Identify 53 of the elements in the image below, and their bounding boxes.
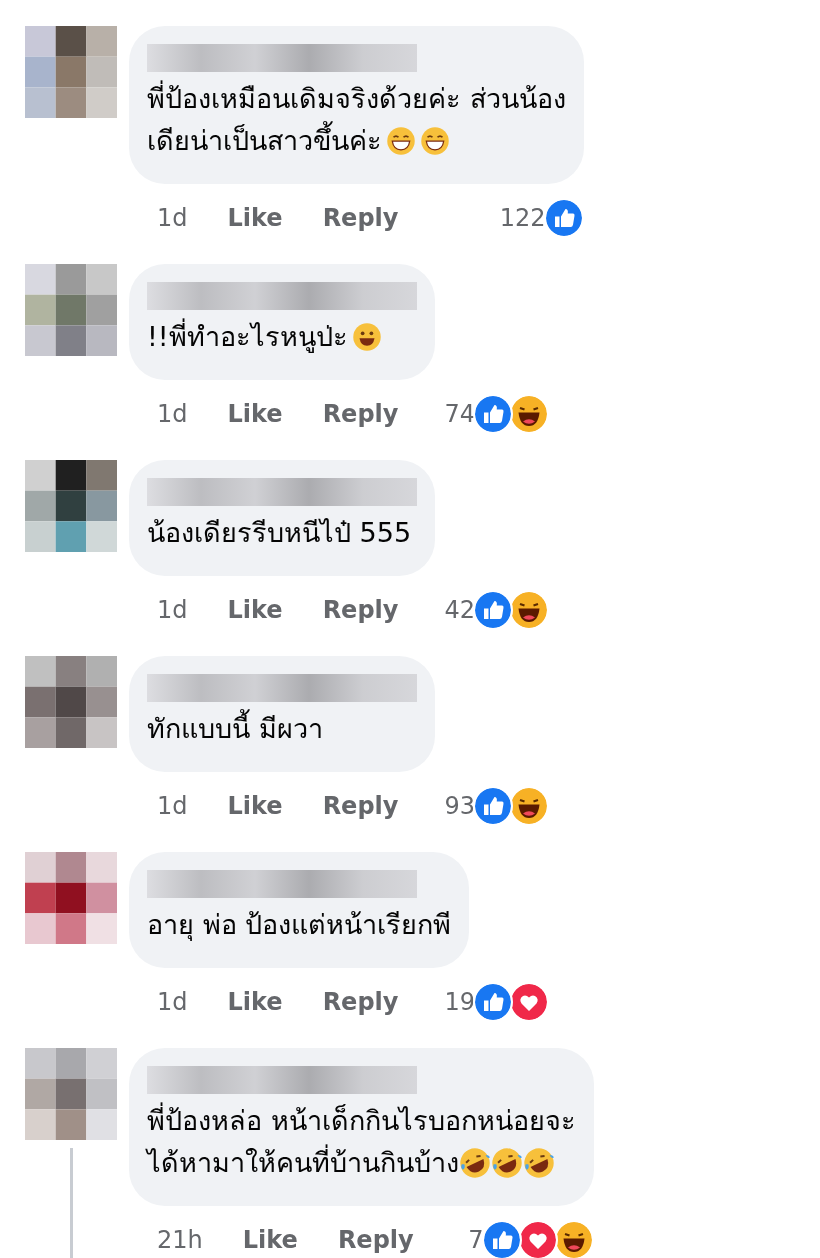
timestamp: 1d bbox=[157, 203, 188, 234]
reply-link[interactable]: Reply bbox=[337, 1222, 414, 1258]
thumbs-up-icon bbox=[473, 982, 513, 1022]
comment-text: ทักแบบนี้ มีผวา bbox=[147, 708, 323, 750]
reply-link[interactable]: Reply bbox=[322, 200, 399, 236]
laughing-tears-emoji-icon bbox=[459, 1147, 491, 1179]
thumbs-up-icon bbox=[473, 786, 513, 826]
comment-text: !!พี่ทำอะไรหนูป่ะ bbox=[147, 316, 348, 358]
timestamp: 1d bbox=[157, 399, 188, 430]
timestamp: 1d bbox=[157, 987, 188, 1018]
comment-text: ได้หามาให้คนที่บ้านกินบ้าง bbox=[147, 1142, 459, 1184]
comment-text: อายุ พ่อ ป้องแต่หน้าเรียกพี bbox=[147, 908, 452, 943]
comment-text: เดียน่าเป็นสาวขึ้นค่ะ bbox=[147, 120, 382, 162]
heart-icon bbox=[509, 982, 549, 1022]
reaction-count: 122 bbox=[499, 203, 546, 234]
reaction-summary[interactable]: 19 bbox=[398, 982, 549, 1022]
comment-text: น้องเดียรรีบหนีไป๋ 555 bbox=[147, 516, 412, 550]
reaction-summary[interactable]: 122 bbox=[453, 198, 584, 238]
reaction-count: 74 bbox=[444, 399, 475, 430]
like-link[interactable]: Like bbox=[242, 1222, 298, 1258]
like-link[interactable]: Like bbox=[227, 984, 283, 1020]
reply-link[interactable]: Reply bbox=[322, 592, 399, 628]
grinning-emoji-icon bbox=[420, 126, 450, 156]
thumbs-up-icon bbox=[473, 394, 513, 434]
reply-link[interactable]: Reply bbox=[322, 396, 399, 432]
reply-link[interactable]: Reply bbox=[322, 788, 399, 824]
reply-link[interactable]: Reply bbox=[322, 984, 399, 1020]
smiling-emoji-icon bbox=[351, 322, 382, 352]
grinning-emoji-icon bbox=[386, 126, 416, 156]
thumbs-up-icon bbox=[543, 198, 584, 238]
laughing-tears-emoji-icon bbox=[491, 1147, 523, 1179]
reaction-summary[interactable]: 74 bbox=[398, 394, 549, 434]
timestamp: 1d bbox=[157, 595, 188, 626]
like-link[interactable]: Like bbox=[227, 396, 283, 432]
reaction-summary[interactable]: 42 bbox=[398, 590, 549, 630]
laughing-emoji-icon bbox=[509, 590, 549, 630]
timestamp: 21h bbox=[157, 1225, 203, 1256]
comment-text: พี่ป้องเหมือนเดิมจริงด้วยค่ะ ส่วนน้อง bbox=[147, 78, 566, 120]
reaction-count: 19 bbox=[444, 987, 475, 1018]
reaction-count: 93 bbox=[444, 791, 475, 822]
reaction-count: 7 bbox=[468, 1225, 484, 1256]
laughing-emoji-icon bbox=[509, 394, 549, 434]
like-link[interactable]: Like bbox=[227, 592, 283, 628]
thumbs-up-icon bbox=[473, 590, 513, 630]
like-link[interactable]: Like bbox=[227, 788, 283, 824]
timestamp: 1d bbox=[157, 791, 188, 822]
reaction-summary[interactable]: 93 bbox=[398, 786, 549, 826]
like-link[interactable]: Like bbox=[227, 200, 283, 236]
laughing-emoji-icon bbox=[509, 786, 549, 826]
reaction-summary[interactable]: 7 bbox=[422, 1220, 594, 1258]
reaction-count: 42 bbox=[444, 595, 475, 626]
comment-text: พี่ป้องหล่อ หน้าเด็กกินไรบอกหน่อยจะ bbox=[147, 1100, 576, 1142]
laughing-tears-emoji-icon bbox=[523, 1147, 555, 1179]
